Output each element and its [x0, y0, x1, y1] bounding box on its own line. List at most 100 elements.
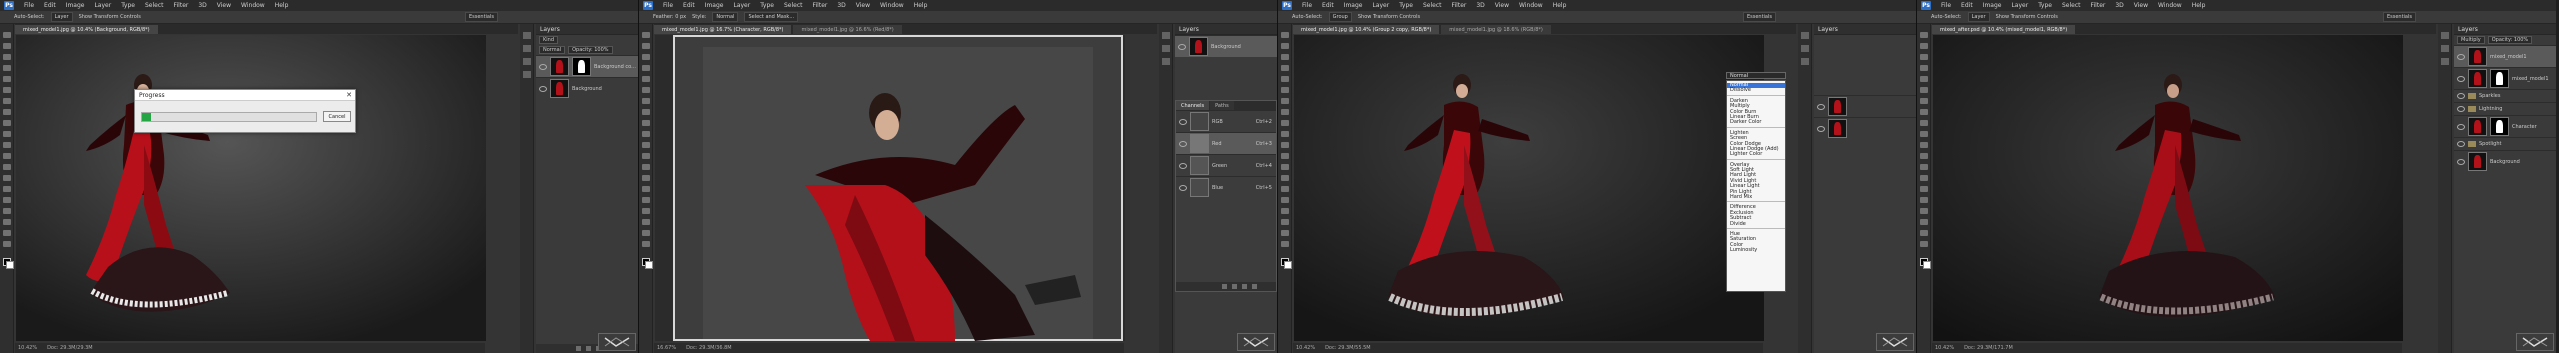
- layers-panel-title[interactable]: Layers: [1175, 24, 1277, 35]
- menu-edit[interactable]: Edit: [1961, 2, 1973, 9]
- crop-tool-icon[interactable]: [1919, 76, 1928, 82]
- menu-edit[interactable]: Edit: [44, 2, 56, 9]
- menu-image[interactable]: Image: [66, 2, 85, 9]
- menu-help[interactable]: Help: [914, 2, 928, 9]
- blend-mode-select[interactable]: Normal: [539, 46, 566, 54]
- gradient-tool-icon[interactable]: [1280, 153, 1289, 159]
- layer-group-row[interactable]: Spotlight: [2454, 137, 2556, 150]
- quick-select-tool-icon[interactable]: [641, 65, 650, 71]
- document-tab[interactable]: mixed_after.psd @ 10.4% (mixed_model1, R…: [1932, 25, 2076, 34]
- document-tab[interactable]: mixed_model1.jpg @ 10.4% (Group 2 copy, …: [1293, 25, 1440, 34]
- quick-select-tool-icon[interactable]: [2, 65, 11, 71]
- menu-window[interactable]: Window: [880, 2, 904, 9]
- crop-tool-icon[interactable]: [2, 76, 11, 82]
- properties-panel-icon[interactable]: [2440, 45, 2449, 52]
- menu-type[interactable]: Type: [2038, 2, 2052, 9]
- eyedropper-tool-icon[interactable]: [1280, 87, 1289, 93]
- zoom-level[interactable]: 10.42%: [1296, 345, 1315, 351]
- gradient-tool-icon[interactable]: [641, 153, 650, 159]
- new-channel-icon[interactable]: [1242, 284, 1247, 289]
- eye-icon[interactable]: [2457, 93, 2465, 99]
- marquee-tool-icon[interactable]: [641, 43, 650, 49]
- tab-paths[interactable]: Paths: [1210, 101, 1234, 110]
- eye-icon[interactable]: [2457, 53, 2465, 60]
- eye-icon[interactable]: [539, 63, 547, 70]
- blur-tool-icon[interactable]: [2, 164, 11, 170]
- menu-image[interactable]: Image: [1344, 2, 1363, 9]
- pen-tool-icon[interactable]: [641, 186, 650, 192]
- pen-tool-icon[interactable]: [1919, 186, 1928, 192]
- stamp-tool-icon[interactable]: [1919, 120, 1928, 126]
- feather-field[interactable]: Feather: 0 px: [653, 14, 686, 20]
- blend-mode-option[interactable]: Dissolve: [1727, 87, 1785, 93]
- hand-tool-icon[interactable]: [641, 230, 650, 236]
- blend-mode-option[interactable]: Divide: [1727, 221, 1785, 227]
- path-select-tool-icon[interactable]: [1280, 208, 1289, 214]
- document-tab[interactable]: mixed_model1.jpg @ 16.7% (Character, RGB…: [654, 25, 792, 34]
- workspace-dropdown[interactable]: Essentials: [2382, 12, 2416, 22]
- document-tab[interactable]: mixed_model1.jpg @ 10.4% (Background, RG…: [15, 25, 158, 34]
- select-and-mask-button[interactable]: Select and Mask...: [744, 12, 799, 22]
- menu-filter[interactable]: Filter: [2091, 2, 2106, 9]
- menu-view[interactable]: View: [856, 2, 870, 9]
- crop-tool-icon[interactable]: [641, 76, 650, 82]
- menu-window[interactable]: Window: [1519, 2, 1543, 9]
- blend-mode-select[interactable]: Normal: [1726, 72, 1786, 79]
- menu-image[interactable]: Image: [1983, 2, 2002, 9]
- history-panel-icon[interactable]: [1800, 32, 1809, 39]
- move-tool-icon[interactable]: [1919, 32, 1928, 38]
- crop-tool-icon[interactable]: [1280, 76, 1289, 82]
- show-transform-checkbox[interactable]: Show Transform Controls: [1996, 14, 2058, 20]
- history-brush-tool-icon[interactable]: [641, 131, 650, 137]
- document-canvas[interactable]: Progress ✕ Cancel: [16, 35, 486, 341]
- eraser-tool-icon[interactable]: [2, 142, 11, 148]
- stamp-tool-icon[interactable]: [641, 120, 650, 126]
- color-swatches[interactable]: [1919, 258, 1931, 269]
- adjustments-panel-icon[interactable]: [1800, 58, 1809, 65]
- type-tool-icon[interactable]: [641, 197, 650, 203]
- menu-file[interactable]: File: [1302, 2, 1312, 9]
- document-canvas[interactable]: [655, 35, 1125, 341]
- layer-row[interactable]: mixed_model1: [2454, 45, 2556, 67]
- layers-panel-title[interactable]: Layers: [536, 24, 638, 35]
- dodge-tool-icon[interactable]: [641, 175, 650, 181]
- auto-select-dropdown[interactable]: Layer: [50, 12, 73, 22]
- dodge-tool-icon[interactable]: [1280, 175, 1289, 181]
- quick-select-tool-icon[interactable]: [1919, 65, 1928, 71]
- properties-panel-icon[interactable]: [1161, 45, 1170, 52]
- zoom-tool-icon[interactable]: [2, 241, 11, 247]
- eye-icon[interactable]: [2457, 123, 2465, 130]
- blend-mode-option[interactable]: Luminosity: [1727, 247, 1785, 253]
- menu-window[interactable]: Window: [241, 2, 265, 9]
- menu-help[interactable]: Help: [2192, 2, 2206, 9]
- zoom-tool-icon[interactable]: [1919, 241, 1928, 247]
- type-tool-icon[interactable]: [2, 197, 11, 203]
- eye-icon[interactable]: [2457, 141, 2465, 147]
- eyedropper-tool-icon[interactable]: [1919, 87, 1928, 93]
- eye-icon[interactable]: [1179, 140, 1187, 147]
- pen-tool-icon[interactable]: [1280, 186, 1289, 192]
- zoom-level[interactable]: 10.42%: [18, 345, 37, 351]
- menu-layer[interactable]: Layer: [733, 2, 750, 9]
- eye-icon[interactable]: [1179, 162, 1187, 169]
- channel-row[interactable]: Red Ctrl+3: [1176, 132, 1276, 154]
- menu-layer[interactable]: Layer: [2011, 2, 2028, 9]
- eye-icon[interactable]: [2457, 158, 2465, 165]
- shape-tool-icon[interactable]: [641, 219, 650, 225]
- layer-row[interactable]: Background: [1175, 35, 1277, 57]
- eyedropper-tool-icon[interactable]: [2, 87, 11, 93]
- menu-type[interactable]: Type: [760, 2, 774, 9]
- menu-3d[interactable]: 3D: [198, 2, 206, 9]
- pen-tool-icon[interactable]: [2, 186, 11, 192]
- blur-tool-icon[interactable]: [1280, 164, 1289, 170]
- menu-file[interactable]: File: [1941, 2, 1951, 9]
- eye-icon[interactable]: [1179, 118, 1187, 125]
- brush-tool-icon[interactable]: [1280, 109, 1289, 115]
- color-swatches[interactable]: [2, 258, 14, 269]
- zoom-tool-icon[interactable]: [1280, 241, 1289, 247]
- zoom-level[interactable]: 10.42%: [1935, 345, 1954, 351]
- layer-mask-thumbnail[interactable]: [572, 57, 591, 76]
- blur-tool-icon[interactable]: [1919, 164, 1928, 170]
- adjustments-panel-icon[interactable]: [1161, 58, 1170, 65]
- channel-row[interactable]: Blue Ctrl+5: [1176, 176, 1276, 198]
